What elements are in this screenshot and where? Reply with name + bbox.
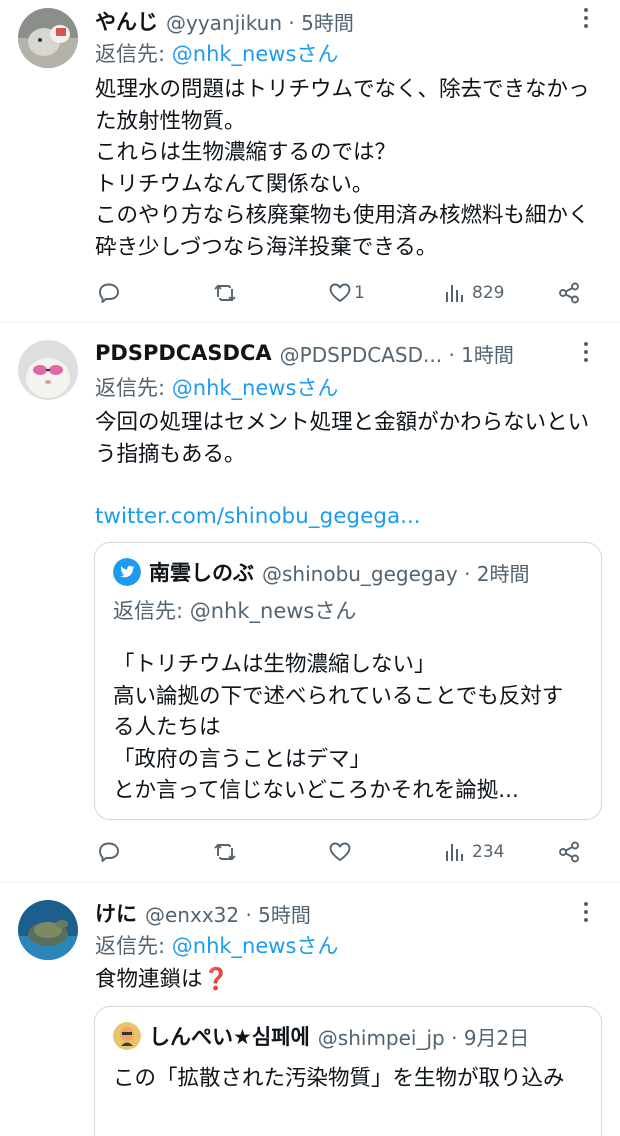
tweet-text: 処理水の問題はトリチウムでなく、除去できなかった放射性物質。 これらは生物濃縮す… — [95, 77, 590, 260]
reply-button[interactable] — [97, 276, 121, 310]
more-options-icon[interactable] — [574, 340, 598, 364]
display-name[interactable]: PDSPDCASDCA — [95, 341, 272, 365]
more-options-icon[interactable] — [574, 6, 598, 30]
tweet-actions: 234 — [95, 835, 595, 869]
avatar-image — [18, 900, 78, 960]
avatar-image — [18, 8, 78, 68]
reply-prefix: 返信先: — [95, 376, 172, 400]
heart-icon — [329, 283, 351, 302]
quoted-tweet[interactable]: しんぺい★심페에 @shimpei_jp · 9月2日 この「拡散された汚染物質… — [94, 1006, 602, 1136]
quoted-tweet-text: 「トリチウムは生物濃縮しない」 高い論拠の下で述べられていることでも反対する人た… — [113, 652, 564, 803]
more-options-icon[interactable] — [574, 900, 598, 924]
views-button[interactable]: 829 — [442, 276, 504, 310]
tweet-text: 今回の処理はセメント処理と金額がかわらないという指摘もある。 — [95, 410, 590, 467]
handle-and-time[interactable]: @PDSPDCASD... · 1時間 — [280, 339, 514, 368]
like-button[interactable]: 1 — [328, 276, 365, 310]
reply-button[interactable] — [97, 835, 121, 869]
reply-mention-link[interactable]: @nhk_newsさん — [172, 934, 339, 958]
display-name[interactable]: やんじ — [95, 6, 158, 36]
quoted-handle-and-time: @shinobu_gegegay · 2時間 — [262, 561, 530, 586]
twitter-bird-icon — [113, 558, 141, 586]
reply-prefix: 返信先: — [95, 934, 172, 958]
share-button[interactable] — [557, 835, 581, 869]
retweet-button[interactable] — [213, 835, 237, 869]
share-button[interactable] — [557, 276, 581, 310]
quoted-display-name: 南雲しのぶ — [149, 561, 254, 585]
view-count: 234 — [472, 842, 505, 862]
tweet-divider — [0, 322, 620, 323]
retweet-button[interactable] — [213, 276, 237, 310]
views-chart-icon — [446, 285, 463, 302]
heart-icon — [329, 842, 351, 861]
handle-and-time[interactable]: @yyanjikun · 5時間 — [166, 7, 354, 36]
replying-to: 返信先: @nhk_newsさん — [95, 930, 338, 960]
reply-icon — [99, 283, 119, 303]
tweet-link[interactable]: twitter.com/shinobu_gegega... — [95, 504, 421, 529]
like-button[interactable] — [328, 835, 358, 869]
tweet-actions: 1 829 — [95, 276, 595, 310]
quoted-display-name: しんぺい★심페에 — [149, 1025, 310, 1049]
views-chart-icon — [446, 844, 463, 861]
quoted-avatar — [113, 1022, 141, 1050]
reply-mention-link[interactable]: @nhk_newsさん — [172, 376, 339, 400]
quoted-tweet[interactable]: 南雲しのぶ @shinobu_gegegay · 2時間 返信先: @nhk_n… — [94, 542, 602, 820]
tweet-text: 食物連鎖は❓ — [95, 967, 230, 992]
view-count: 829 — [472, 283, 505, 303]
retweet-icon — [214, 284, 236, 302]
replying-to: 返信先: @nhk_newsさん — [95, 38, 338, 68]
avatar[interactable] — [18, 900, 78, 960]
tweet-divider — [0, 882, 620, 883]
tweet[interactable]: やんじ @yyanjikun · 5時間 返信先: @nhk_newsさん 処理… — [0, 0, 620, 322]
quoted-tweet-text: この「拡散された汚染物質」を生物が取り込み — [113, 1066, 565, 1091]
views-button[interactable]: 234 — [442, 835, 504, 869]
quoted-handle-and-time: @shimpei_jp · 9月2日 — [317, 1025, 530, 1050]
share-icon — [559, 841, 579, 863]
like-count: 1 — [354, 283, 365, 303]
tweet[interactable]: けに @enxx32 · 5時間 返信先: @nhk_newsさん 食物連鎖は❓… — [0, 896, 620, 1136]
quoted-replying-to: 返信先: @nhk_newsさん — [113, 599, 357, 623]
reply-icon — [99, 842, 119, 862]
reply-mention-link[interactable]: @nhk_newsさん — [172, 42, 339, 66]
avatar[interactable] — [18, 340, 78, 400]
replying-to: 返信先: @nhk_newsさん — [95, 372, 338, 402]
avatar[interactable] — [18, 8, 78, 68]
display-name[interactable]: けに — [95, 898, 137, 928]
reply-prefix: 返信先: — [95, 42, 172, 66]
retweet-icon — [214, 843, 236, 861]
handle-and-time[interactable]: @enxx32 · 5時間 — [145, 899, 311, 928]
share-icon — [559, 282, 579, 304]
avatar-image — [18, 340, 78, 400]
tweet[interactable]: PDSPDCASDCA @PDSPDCASD... · 1時間 返信先: @nh… — [0, 336, 620, 882]
